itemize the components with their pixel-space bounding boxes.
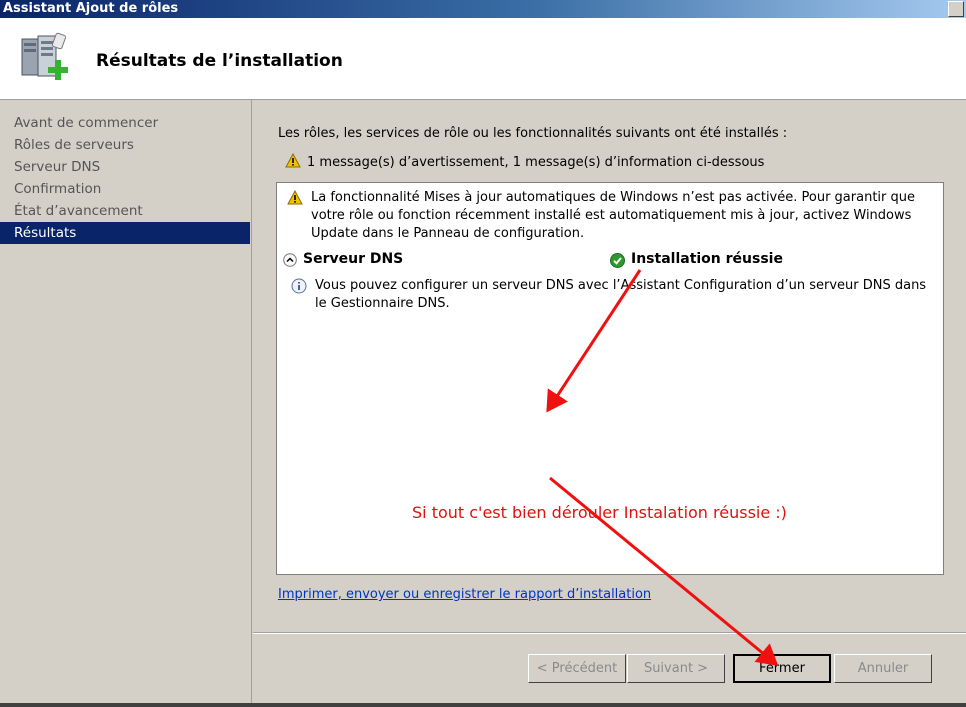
intro-text: Les rôles, les services de rôle ou les f… bbox=[278, 126, 788, 141]
sidebar-item-avant-de-commencer[interactable]: Avant de commencer bbox=[0, 112, 250, 134]
sidebar-item-confirmation[interactable]: Confirmation bbox=[0, 178, 250, 200]
warning-message: La fonctionnalité Mises à jour automatiq… bbox=[287, 189, 927, 243]
message-summary: 1 message(s) d’avertissement, 1 message(… bbox=[285, 153, 764, 170]
wizard-header: Résultats de l’installation bbox=[0, 18, 966, 100]
sidebar-item-resultats[interactable]: Résultats bbox=[0, 222, 250, 244]
page-title: Résultats de l’installation bbox=[96, 51, 343, 71]
summary-text: 1 message(s) d’avertissement, 1 message(… bbox=[307, 155, 765, 170]
info-icon bbox=[291, 278, 307, 294]
sidebar-item-roles-de-serveurs[interactable]: Rôles de serveurs bbox=[0, 134, 250, 156]
cancel-button[interactable]: Annuler bbox=[834, 654, 932, 683]
sidebar-item-etat-avancement[interactable]: État d’avancement bbox=[0, 200, 250, 222]
close-button[interactable]: Fermer bbox=[733, 654, 831, 683]
report-link[interactable]: Imprimer, envoyer ou enregistrer le rapp… bbox=[278, 587, 651, 602]
close-window-button[interactable] bbox=[948, 1, 964, 17]
previous-button[interactable]: < Précédent bbox=[528, 654, 626, 683]
section-title: Serveur DNS bbox=[303, 251, 404, 267]
wizard-footer: < Précédent Suivant > Fermer Annuler bbox=[253, 632, 966, 707]
annotation-text: Si tout c'est bien dérouler Instalation … bbox=[412, 503, 787, 522]
next-button[interactable]: Suivant > bbox=[627, 654, 725, 683]
success-check-icon bbox=[610, 253, 625, 268]
info-message: Vous pouvez configurer un serveur DNS av… bbox=[291, 277, 931, 313]
section-serveur-dns: Serveur DNS Installation réussie bbox=[283, 251, 933, 271]
warning-message-text: La fonctionnalité Mises à jour automatiq… bbox=[311, 190, 915, 241]
sidebar-item-serveur-dns[interactable]: Serveur DNS bbox=[0, 156, 250, 178]
server-add-icon bbox=[21, 32, 68, 80]
info-message-text: Vous pouvez configurer un serveur DNS av… bbox=[315, 278, 927, 311]
window-bottom-edge bbox=[0, 703, 966, 707]
chevron-up-icon[interactable] bbox=[283, 253, 297, 267]
status-text: Installation réussie bbox=[631, 251, 783, 267]
main-content: Les rôles, les services de rôle ou les f… bbox=[253, 100, 966, 632]
warning-icon bbox=[287, 190, 303, 205]
window-title: Assistant Ajout de rôles bbox=[3, 1, 179, 16]
results-panel[interactable]: La fonctionnalité Mises à jour automatiq… bbox=[276, 182, 944, 575]
window-titlebar: Assistant Ajout de rôles bbox=[0, 0, 966, 18]
wizard-steps-sidebar: Avant de commencer Rôles de serveurs Ser… bbox=[0, 100, 252, 707]
warning-icon bbox=[285, 153, 301, 168]
